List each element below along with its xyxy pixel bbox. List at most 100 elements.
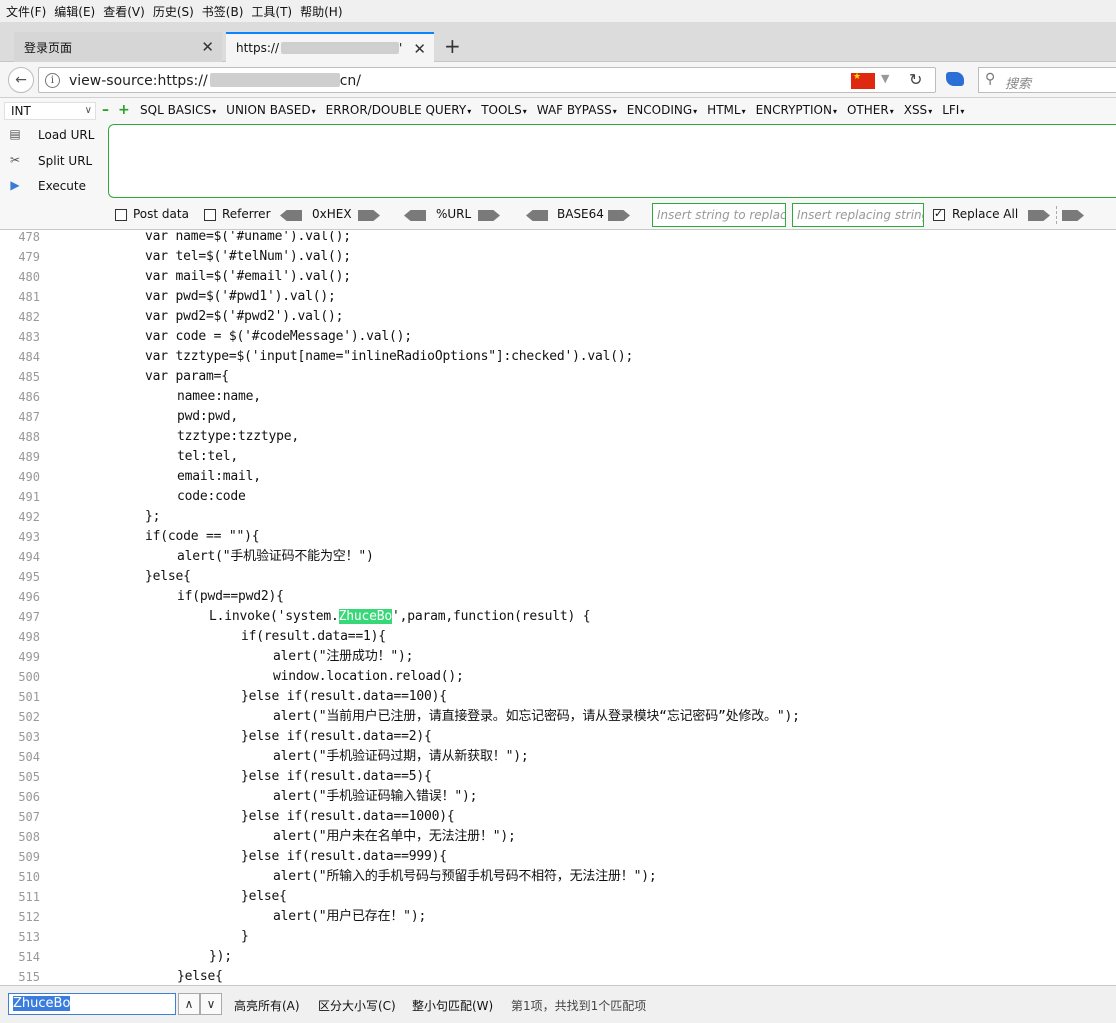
hackbar-menu-item[interactable]: OTHER xyxy=(847,103,894,117)
china-flag-icon[interactable] xyxy=(851,72,875,89)
search-box[interactable]: ⚲ 搜索 xyxy=(978,67,1116,93)
tab-login-page[interactable]: 登录页面 ✕ xyxy=(14,32,222,62)
reload-icon[interactable]: ↻ xyxy=(909,70,922,89)
type-select[interactable]: INT ∨ xyxy=(4,102,96,120)
execute-button[interactable]: ▶ Execute xyxy=(6,175,106,197)
line-number: 493 xyxy=(18,530,40,544)
highlight-all-option[interactable]: 高亮所有(A) xyxy=(234,997,300,1014)
code-text: alert("用户已存在！"); xyxy=(273,907,426,927)
code-segment: }else if(result.data==2){ xyxy=(241,729,432,744)
close-icon[interactable]: ✕ xyxy=(413,40,426,58)
code-segment: }else if(result.data==5){ xyxy=(241,769,432,784)
back-arrow-icon[interactable]: ← xyxy=(8,67,34,93)
code-segment: alert("所输入的手机号码与预留手机号码不相符，无法注册！"); xyxy=(273,869,657,884)
code-text: alert("所输入的手机号码与预留手机号码不相符，无法注册！"); xyxy=(273,867,657,887)
source-line: 501}else if(result.data==100){ xyxy=(0,687,1116,707)
code-segment: code:code xyxy=(177,489,246,504)
load-url-button[interactable]: ▤ Load URL xyxy=(6,124,106,146)
menu-item[interactable]: 书签(B) xyxy=(200,3,250,20)
source-line: 512 alert("用户已存在！"); xyxy=(0,907,1116,927)
post-data-checkbox[interactable] xyxy=(115,209,127,221)
split-url-button[interactable]: ✂ Split URL xyxy=(6,150,106,172)
code-segment: tel:tel, xyxy=(177,449,239,464)
find-next-button[interactable]: ∨ xyxy=(200,993,222,1015)
code-text: }else if(result.data==1000){ xyxy=(241,807,455,827)
menu-item[interactable]: 查看(V) xyxy=(101,3,151,20)
source-line: 483 var code = $('#codeMessage').val(); xyxy=(0,327,1116,347)
line-number: 485 xyxy=(18,370,40,384)
code-text: }else if(result.data==5){ xyxy=(241,767,432,787)
url-bar[interactable]: i view-source:https:// cn/ ▼ ↻ xyxy=(38,67,936,93)
replace-string-input[interactable]: Insert replacing string xyxy=(792,203,924,227)
url-encode-arrow-icon[interactable] xyxy=(478,210,500,221)
line-number: 494 xyxy=(18,550,40,564)
replace-arrow-icon[interactable] xyxy=(1028,210,1050,221)
base64-encode-arrow-icon[interactable] xyxy=(608,210,630,221)
code-text: }else{ xyxy=(145,567,191,587)
whole-words-option[interactable]: 整小句匹配(W) xyxy=(412,997,493,1014)
chevron-down-icon[interactable]: ▼ xyxy=(881,72,889,85)
line-number: 502 xyxy=(18,710,40,724)
menu-item[interactable]: 工具(T) xyxy=(249,3,298,20)
source-line: 482 var pwd2=$('#pwd2').val(); xyxy=(0,307,1116,327)
hackbar-menu-item[interactable]: WAF BYPASS xyxy=(537,103,617,117)
hex-decode-arrow-icon[interactable] xyxy=(280,210,302,221)
referrer-checkbox[interactable] xyxy=(204,209,216,221)
hackbar-menu-item[interactable]: TOOLS xyxy=(481,103,527,117)
replace-all-checkbox[interactable] xyxy=(933,207,945,221)
chevron-down-icon: ∨ xyxy=(84,105,92,116)
line-number: 513 xyxy=(18,930,40,944)
url-text[interactable]: view-source:https:// cn/ xyxy=(69,73,361,89)
referrer-label: Referrer xyxy=(222,207,271,221)
source-line: 510 alert("所输入的手机号码与预留手机号码不相符，无法注册！"); xyxy=(0,867,1116,887)
code-segment: alert("手机验证码过期，请从新获取！"); xyxy=(273,749,529,764)
hackbar-menu-item[interactable]: HTML xyxy=(707,103,745,117)
hackbar-menu-item[interactable]: ENCRYPTION xyxy=(756,103,837,117)
hackbar-options: Post data Referrer 0xHEX %URL BASE64 Ins… xyxy=(0,202,1116,228)
line-number: 499 xyxy=(18,650,40,664)
code-text: var pwd=$('#pwd1').val(); xyxy=(145,287,336,307)
source-line: 486 namee:name, xyxy=(0,387,1116,407)
code-text: }else{ xyxy=(241,887,287,907)
code-text: alert("手机验证码不能为空！") xyxy=(177,547,374,567)
find-previous-button[interactable]: ∧ xyxy=(178,993,200,1015)
menu-item[interactable]: 编辑(E) xyxy=(52,3,101,20)
hackbar-menu-item[interactable]: SQL BASICS xyxy=(140,103,216,117)
code-segment: } xyxy=(241,929,249,944)
close-icon[interactable]: ✕ xyxy=(201,38,214,56)
hackbar-menu-item[interactable]: ENCODING xyxy=(627,103,697,117)
line-number: 506 xyxy=(18,790,40,804)
decrement-icon[interactable]: – xyxy=(102,102,109,118)
tab-title: 登录页面 xyxy=(24,40,73,55)
code-text: var tzztype=$('input[name="inlineRadioOp… xyxy=(145,347,633,367)
hackbar-menu-item[interactable]: XSS xyxy=(904,103,932,117)
url-textarea[interactable] xyxy=(108,124,1116,198)
navigation-bar: ← i view-source:https:// cn/ ▼ ↻ ⚲ 搜索 xyxy=(0,62,1116,98)
line-number: 480 xyxy=(18,270,40,284)
hackbar-menu-item[interactable]: ERROR/DOUBLE QUERY xyxy=(326,103,472,117)
hackbar-menu-item[interactable]: UNION BASED xyxy=(226,103,315,117)
hackbar-menu-item[interactable]: LFI xyxy=(942,103,964,117)
source-line: 487 pwd:pwd, xyxy=(0,407,1116,427)
base64-decode-arrow-icon[interactable] xyxy=(526,210,548,221)
replace-back-arrow-icon[interactable] xyxy=(1062,210,1084,221)
extension-icon[interactable] xyxy=(946,72,964,86)
url-decode-arrow-icon[interactable] xyxy=(404,210,426,221)
menu-item[interactable]: 帮助(H) xyxy=(298,3,348,20)
tab-view-source[interactable]: https:// ' ✕ xyxy=(226,32,434,62)
menu-item[interactable]: 文件(F) xyxy=(4,3,52,20)
find-input[interactable]: ZhuceBo xyxy=(8,993,176,1015)
search-string-input[interactable]: Insert string to replace xyxy=(652,203,786,227)
increment-icon[interactable]: + xyxy=(118,102,130,118)
hex-encode-arrow-icon[interactable] xyxy=(358,210,380,221)
execute-label: Execute xyxy=(38,179,86,193)
source-line: 504 alert("手机验证码过期，请从新获取！"); xyxy=(0,747,1116,767)
new-tab-icon[interactable]: + xyxy=(444,34,461,58)
code-text: alert("手机验证码过期，请从新获取！"); xyxy=(273,747,529,767)
code-text: alert("用户未在名单中，无法注册！"); xyxy=(273,827,516,847)
source-line: 481 var pwd=$('#pwd1').val(); xyxy=(0,287,1116,307)
match-case-option[interactable]: 区分大小写(C) xyxy=(318,997,396,1014)
info-icon[interactable]: i xyxy=(45,73,60,88)
menu-item[interactable]: 历史(S) xyxy=(151,3,200,20)
code-text: }else if(result.data==2){ xyxy=(241,727,432,747)
